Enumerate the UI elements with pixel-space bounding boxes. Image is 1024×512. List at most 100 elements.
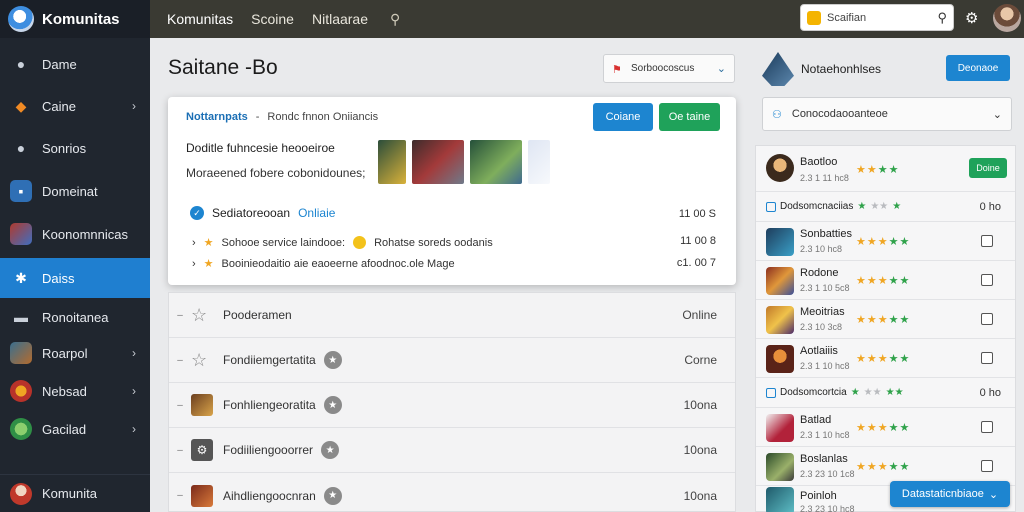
section-header-label: Dodsomcortcia bbox=[780, 387, 847, 398]
row-checkbox[interactable] bbox=[981, 235, 993, 247]
row-checkbox[interactable] bbox=[981, 421, 993, 433]
sidebar-item-domeinat[interactable]: ▪ Domeinat bbox=[0, 171, 150, 211]
card-line-1: Doditle fuhncesie heooeiroe bbox=[186, 141, 335, 155]
thumbnail-image[interactable] bbox=[378, 140, 406, 184]
sidebar-footer-profile[interactable]: Komunita bbox=[0, 474, 150, 512]
list-item-sub: 2.3 1 10 hc8 bbox=[800, 361, 850, 371]
list-item-name: Rodone bbox=[800, 267, 839, 279]
avatar bbox=[766, 306, 794, 334]
settings-gear-icon[interactable]: ⚙ bbox=[965, 9, 978, 27]
avatar bbox=[766, 487, 794, 512]
rating-stars-icon: ★★★★★ bbox=[856, 236, 911, 248]
list-item[interactable]: Aotlaiiis 2.3 1 10 hc8 ★★★★★ bbox=[756, 339, 1015, 378]
star-outline-icon[interactable]: ☆ bbox=[191, 305, 213, 326]
sidebar-item-roarpol[interactable]: Roarpol › bbox=[0, 333, 150, 373]
search-icon[interactable]: ⚲ bbox=[390, 11, 400, 28]
secondary-button[interactable]: Oe taine bbox=[659, 103, 720, 131]
list-item-label: Fodiiliengooorrer bbox=[223, 443, 314, 457]
section-header-label: Dodsomcnaciias bbox=[780, 201, 854, 212]
thumbnail-image[interactable] bbox=[528, 140, 550, 184]
chevron-down-icon: ⌄ bbox=[716, 63, 726, 75]
emoji-icon bbox=[353, 236, 367, 249]
list-item-label: Aihdliengoocnran bbox=[223, 488, 316, 503]
avatar[interactable] bbox=[993, 4, 1021, 32]
star-icon: ★ bbox=[203, 258, 214, 270]
thumbnail-image[interactable] bbox=[412, 140, 464, 184]
list-item[interactable]: – ☆ Fondiiemgertatita ★ Corne bbox=[169, 338, 735, 383]
list-item-sub: 2.3 23 10 hc8 bbox=[800, 504, 855, 512]
right-panel-button[interactable]: Deonaoe bbox=[946, 55, 1010, 81]
card-header-text: Rondc fnnon Oniiancis bbox=[267, 111, 379, 123]
row-action-button[interactable]: Doine bbox=[969, 158, 1007, 178]
right-panel-title: Notaehonhlses bbox=[801, 62, 882, 76]
network-icon: ✱ bbox=[15, 269, 27, 286]
star-outline-icon[interactable]: ☆ bbox=[191, 350, 213, 371]
sidebar-item-gacilad[interactable]: Gacilad › bbox=[0, 409, 150, 449]
game-icon bbox=[10, 223, 32, 245]
row-checkbox[interactable] bbox=[981, 352, 993, 364]
magnifier-icon[interactable]: ⚲ bbox=[937, 10, 947, 26]
page-dropdown[interactable]: ⚑ Sorboocoscus ⌄ bbox=[603, 54, 735, 83]
sub-row-time: 11 00 8 bbox=[680, 235, 716, 247]
card-icon: ▬ bbox=[14, 309, 28, 325]
list-item[interactable]: – ⚙ Fodiiliengooorrer ★ 10ona bbox=[169, 428, 735, 473]
app-icon: ▪ bbox=[10, 180, 32, 202]
sidebar-item-koonomnnicas[interactable]: Koonomnnicas bbox=[0, 214, 150, 254]
list-item-name: Baotloo bbox=[800, 156, 838, 168]
rating-stars-icon: ★★★★★ bbox=[856, 314, 911, 326]
tab-scoine[interactable]: Scoine bbox=[251, 11, 294, 27]
primary-button[interactable]: Coiane bbox=[593, 103, 653, 131]
list-item[interactable]: – Aihdliengoocnran ★ 10ona bbox=[169, 473, 735, 512]
avatar-icon bbox=[10, 482, 32, 505]
section-icon bbox=[766, 387, 776, 398]
sub-row-extra: Rohatse soreds oodanis bbox=[374, 236, 493, 249]
right-panel-dropdown[interactable]: ⚇ Conocodaooanteoe ⌄ bbox=[762, 97, 1012, 131]
list-item-name: Batlad bbox=[800, 414, 832, 426]
right-panel-bottom-button[interactable]: Datastaticnbiaoe ⌄ bbox=[890, 481, 1010, 507]
avatar bbox=[766, 267, 794, 295]
tab-nitlaarae[interactable]: Nitlaarae bbox=[312, 11, 368, 27]
sidebar-item-nebsad[interactable]: Nebsad › bbox=[0, 371, 150, 411]
list-item[interactable]: – ☆ Pooderamen Online bbox=[169, 293, 735, 338]
list-item-name: Poinloh bbox=[800, 490, 837, 502]
list-item-status: 10ona bbox=[683, 443, 717, 457]
dash-icon: – bbox=[177, 354, 183, 366]
list-item[interactable]: Meoitrias 2.3 10 3c8 ★★★★★ bbox=[756, 300, 1015, 339]
section-header-value: 0 ho bbox=[979, 201, 1001, 213]
sidebar-item-sonrios[interactable]: ● Sonrios bbox=[0, 128, 150, 168]
tab-komunitas[interactable]: Komunitas bbox=[167, 11, 233, 27]
list-item-name: Boslanlas bbox=[800, 453, 848, 465]
sidebar-item-label: Daiss bbox=[42, 270, 75, 286]
settings-thumb-icon: ⚙ bbox=[191, 439, 213, 461]
list-item[interactable]: Sonbatties 2.3 10 hc8 ★★★★★ bbox=[756, 222, 1015, 261]
list-item-name: Aotlaiiis bbox=[800, 345, 838, 357]
thumbnail-image[interactable] bbox=[470, 140, 522, 184]
list-item[interactable]: Baotloo 2.3 1 11 hc8 ★★★★ Doine bbox=[756, 146, 1015, 192]
list-item[interactable]: Batlad 2.3 1 10 hc8 ★★★★★ bbox=[756, 408, 1015, 447]
top-bar: Komunitas Scoine Nitlaarae ⚲ Scaifian ⚲ … bbox=[150, 0, 1024, 38]
avatar bbox=[766, 414, 794, 442]
search-input[interactable]: Scaifian ⚲ bbox=[800, 4, 954, 31]
main-list: – ☆ Pooderamen Online – ☆ Fondiiemgertat… bbox=[168, 292, 736, 512]
status-online: Onliaie bbox=[298, 206, 336, 220]
star-badge-icon: ★ bbox=[321, 441, 340, 459]
list-item-sub: 2.3 1 11 hc8 bbox=[800, 173, 849, 183]
row-checkbox[interactable] bbox=[981, 460, 993, 472]
row-checkbox[interactable] bbox=[981, 313, 993, 325]
sidebar-item-label: Sonrios bbox=[42, 140, 87, 156]
chat-icon: ● bbox=[16, 140, 26, 156]
list-item[interactable]: Rodone 2.3 1 10 5c8 ★★★★★ bbox=[756, 261, 1015, 300]
sidebar-item-caine[interactable]: ◆ Caine › bbox=[0, 86, 150, 126]
star-icon: ★ bbox=[203, 237, 214, 249]
sub-row[interactable]: › ★ Sohooe service laindooe: Rohatse sor… bbox=[192, 236, 493, 249]
row-checkbox[interactable] bbox=[981, 274, 993, 286]
brand[interactable]: Komunitas bbox=[0, 0, 150, 38]
game-thumb-icon bbox=[191, 484, 213, 507]
sidebar-item-ronoitanea[interactable]: ▬ Ronoitanea bbox=[0, 297, 150, 337]
sidebar-item-daiss[interactable]: ✱ Daiss bbox=[0, 258, 150, 298]
page-title: Saitane -Bo bbox=[168, 56, 278, 79]
sub-row[interactable]: › ★ Booinieodaitio aie eaoeerne afoodnoc… bbox=[192, 257, 455, 271]
sidebar-item-dame[interactable]: ● Dame bbox=[0, 44, 150, 84]
chevron-right-icon: › bbox=[132, 422, 136, 436]
list-item[interactable]: – Fonhliengeoratita ★ 10ona bbox=[169, 383, 735, 428]
